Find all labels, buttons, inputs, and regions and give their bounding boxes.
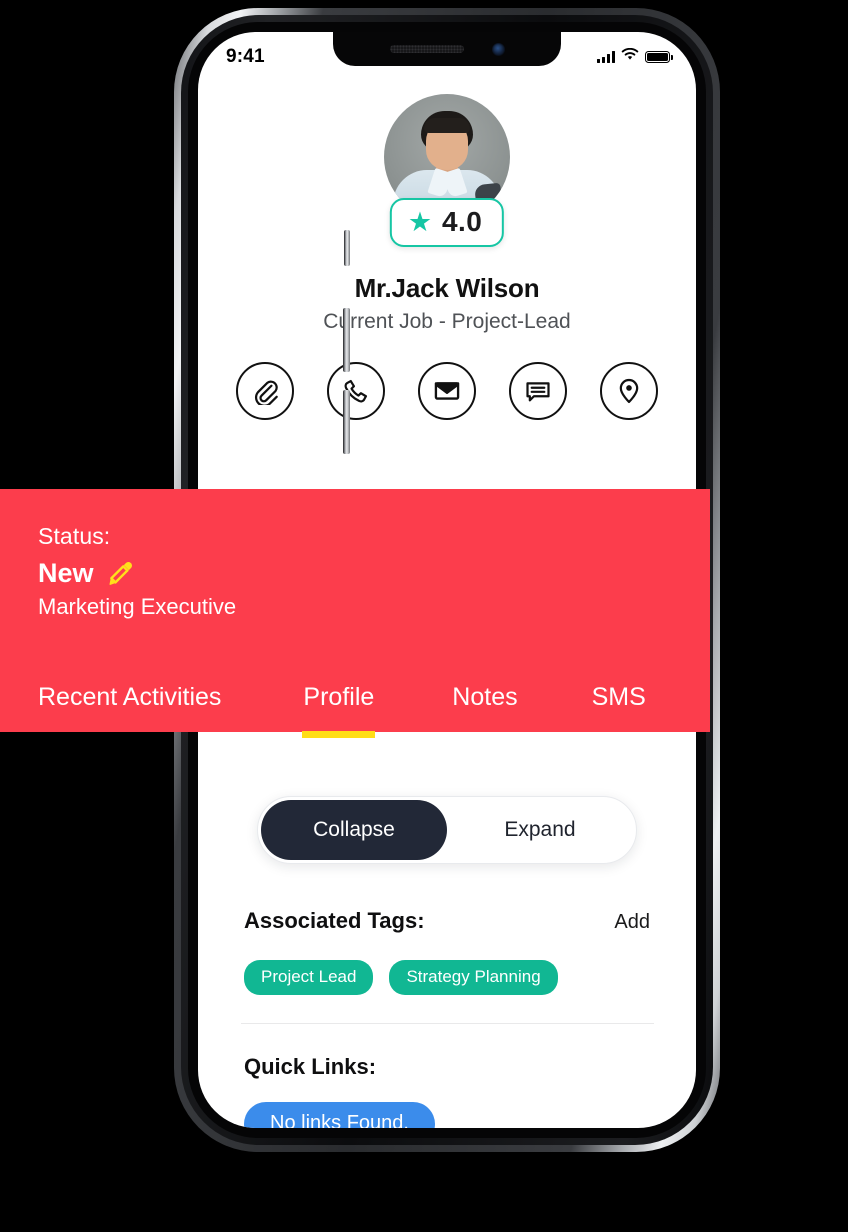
- tab-profile-label: Profile: [303, 683, 375, 711]
- message-action[interactable]: [509, 362, 567, 420]
- profile-job-subtitle: Current Job - Project-Lead: [323, 310, 571, 333]
- status-banner: Status: New Marketing Executive Recent A…: [0, 489, 710, 738]
- status-bar-icons: [596, 42, 673, 66]
- status-value-row: New: [38, 558, 710, 589]
- collapse-expand-toggle[interactable]: Collapse Expand: [257, 796, 637, 864]
- no-links-badge: No links Found.: [244, 1102, 435, 1128]
- tag-chip[interactable]: Strategy Planning: [389, 960, 558, 995]
- cellular-signal-icon: [596, 51, 615, 63]
- wifi-icon: [621, 47, 639, 66]
- status-bar-time: 9:41: [226, 46, 265, 67]
- map-pin-icon: [619, 378, 639, 404]
- page-title: Mr.Jack Wilson: [354, 273, 540, 303]
- battery-icon: [645, 51, 673, 63]
- screenshot-root: 9:41 ★ 4.0 Mr.Jack Wilson Current Job - …: [0, 0, 848, 1232]
- quick-links-title: Quick Links:: [244, 1054, 377, 1079]
- status-label: Status:: [38, 523, 111, 549]
- volume-down-button[interactable]: [343, 390, 350, 454]
- speaker-grille-icon: [389, 45, 464, 53]
- pencil-icon[interactable]: [106, 559, 136, 589]
- tab-profile[interactable]: Profile: [302, 683, 376, 738]
- action-icon-row: [198, 362, 696, 420]
- status-value: New: [38, 558, 94, 588]
- section-divider: [241, 1023, 654, 1024]
- tab-bar: Recent Activities Profile Notes SMS: [38, 683, 710, 738]
- status-role: Marketing Executive: [38, 594, 237, 619]
- tab-active-indicator: [302, 731, 376, 738]
- rating-badge: ★ 4.0: [389, 198, 505, 247]
- paperclip-icon: [255, 380, 278, 405]
- email-action[interactable]: [418, 362, 476, 420]
- star-icon: ★: [407, 206, 433, 237]
- front-camera-icon: [491, 42, 505, 56]
- phone-notch: [333, 32, 561, 66]
- associated-tags-title: Associated Tags:: [244, 908, 425, 933]
- tag-list: Project Lead Strategy Planning: [244, 960, 670, 995]
- call-action[interactable]: [327, 362, 385, 420]
- location-action[interactable]: [600, 362, 658, 420]
- tag-chip[interactable]: Project Lead: [244, 960, 374, 995]
- volume-up-button[interactable]: [343, 308, 350, 372]
- avatar-wrapper: ★ 4.0: [384, 94, 510, 247]
- rating-value: 4.0: [442, 206, 483, 237]
- tab-notes[interactable]: Notes: [452, 683, 517, 732]
- tab-sms[interactable]: SMS: [592, 683, 646, 732]
- add-tag-button[interactable]: Add: [614, 911, 650, 934]
- attach-action[interactable]: [236, 362, 294, 420]
- tab-recent-activities[interactable]: Recent Activities: [38, 683, 221, 732]
- mute-switch[interactable]: [344, 230, 350, 266]
- avatar-fringe: [424, 118, 470, 133]
- expand-button[interactable]: Expand: [447, 800, 633, 860]
- envelope-icon: [434, 382, 460, 400]
- profile-tab-content: Collapse Expand Associated Tags: Add Pro…: [198, 764, 696, 1128]
- chat-bubble-icon: [526, 382, 550, 402]
- collapse-button[interactable]: Collapse: [261, 800, 447, 860]
- associated-tags-header: Associated Tags: Add: [244, 908, 650, 934]
- profile-header: ★ 4.0 Mr.Jack Wilson Current Job - Proje…: [198, 32, 696, 334]
